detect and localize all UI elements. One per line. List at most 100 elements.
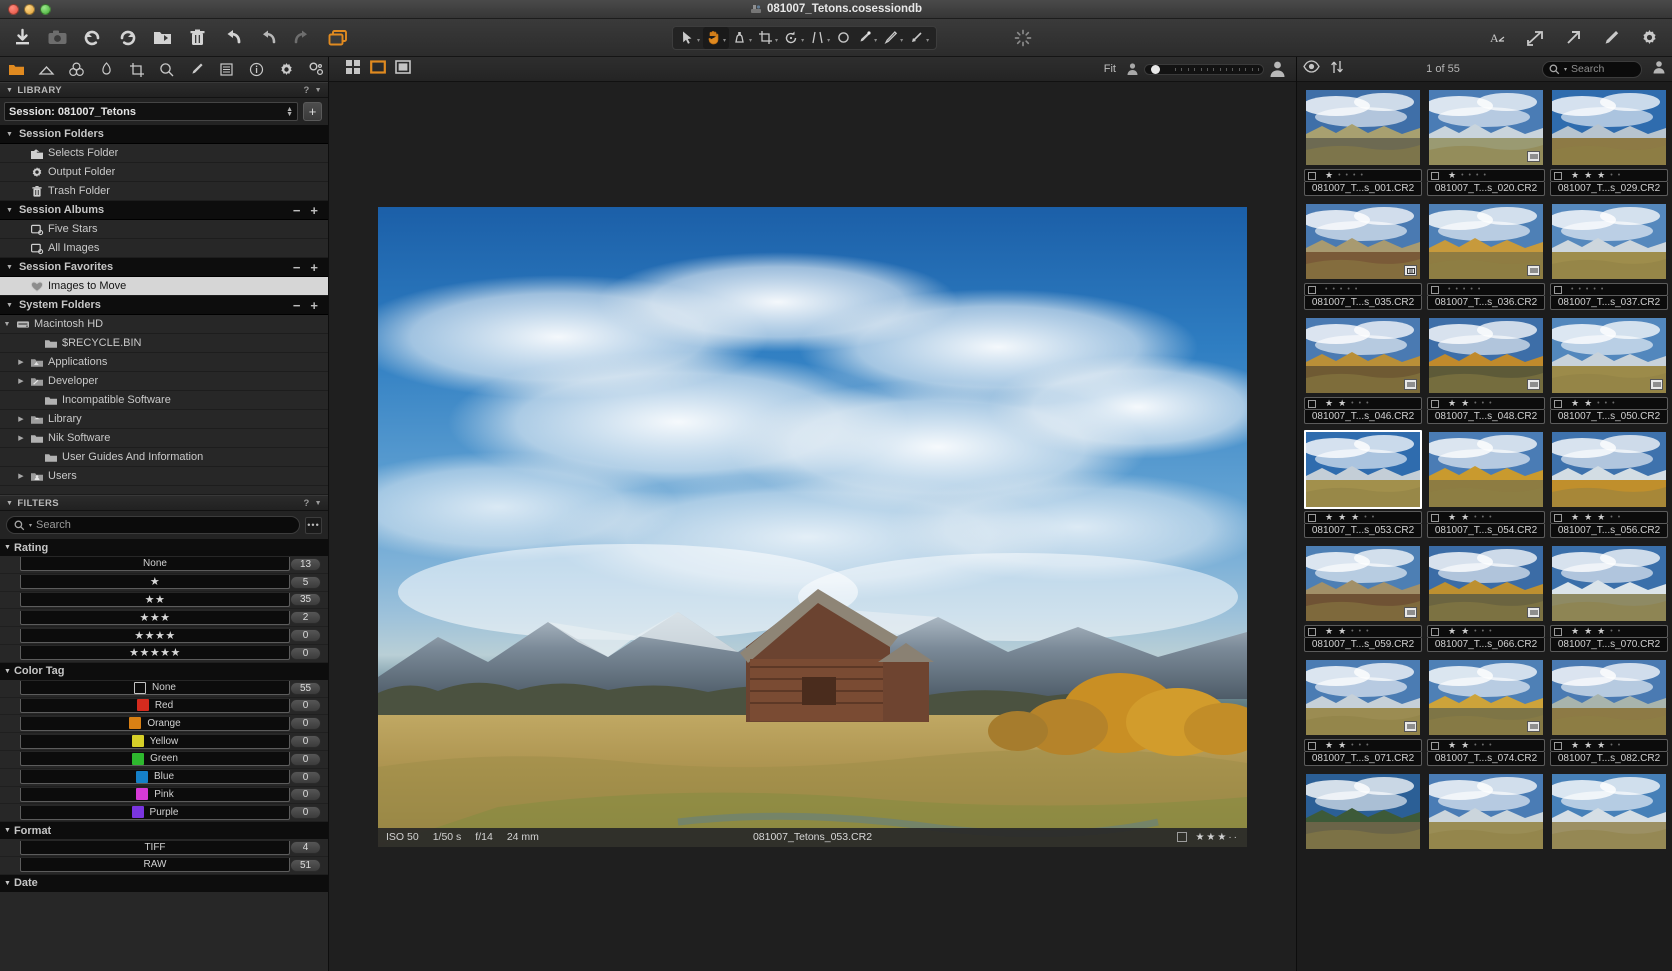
chevron-down-icon[interactable]: ▾ [801,38,804,44]
thumbnail-cell[interactable]: ★ ★ ★ • • 081007_T...s_082.CR2 [1550,658,1668,766]
chevron-down-icon[interactable]: ▾ [29,522,32,529]
disclosure-triangle-icon[interactable]: ▶ [14,434,28,442]
filter-row-rating-1[interactable]: ★ 5 [0,574,328,592]
tree-item-images-to-move[interactable]: Images to Move [0,277,328,296]
font-style-button[interactable]: A [1484,25,1510,51]
star-rating[interactable]: ★ ★ ★ • • [1571,513,1620,522]
thumbnail-frame[interactable] [1550,88,1668,167]
share-button[interactable] [1560,25,1586,51]
color-tag-checkbox[interactable] [1431,171,1439,180]
edit-with-button[interactable] [1598,25,1624,51]
thumbnail-rating-bar[interactable]: • • • • • [1550,283,1668,296]
thumbnail-cell[interactable] [1427,772,1545,851]
color-tag-checkbox[interactable] [1431,741,1439,750]
thumbnail-cell[interactable]: ★ ★ • • • 081007_T...s_074.CR2 [1427,658,1545,766]
thumbnail-frame[interactable] [1550,544,1668,623]
color-tag-checkbox[interactable] [1554,741,1562,750]
chevron-down-icon[interactable]: ▼ [4,668,11,675]
main-photo[interactable]: ISO 50 1/50 s f/14 24 mm 081007_Tetons_0… [378,206,1247,847]
thumbnail-rating-bar[interactable]: • • • • • [1427,283,1545,296]
thumbnail-rating-bar[interactable]: ★ ★ ★ • • [1550,511,1668,524]
chevron-down-icon[interactable]: ▼ [4,880,11,887]
thumbnail-cell[interactable]: • • • • • 081007_T...s_037.CR2 [1550,202,1668,310]
color-tag-checkbox[interactable] [1554,627,1562,636]
star-rating[interactable]: ★ ★ ★ • • [1325,513,1374,522]
help-icon[interactable]: ? [303,85,309,96]
thumbnail-cell[interactable]: ★ ★ • • • 081007_T...s_046.CR2 [1304,316,1422,424]
thumbnail-rating-bar[interactable]: ★ ★ ★ • • [1550,169,1668,182]
tab-library[interactable] [6,59,27,80]
chevron-down-icon[interactable]: ▼ [6,207,13,214]
disclosure-triangle-icon[interactable]: ▼ [0,321,14,328]
color-tag-checkbox[interactable] [1308,171,1316,180]
thumbnail-frame[interactable] [1550,316,1668,395]
thumbnail-rating-bar[interactable]: ★ ★ • • • [1427,397,1545,410]
thumbnail-frame[interactable] [1304,88,1422,167]
filter-row-color-tag-0[interactable]: None 55 [0,680,328,698]
thumbnail-frame[interactable] [1304,202,1422,281]
white-balance-tool[interactable]: ▾ [729,27,755,49]
group-header-session-folders[interactable]: ▼ Session Folders [0,125,328,144]
thumbnail-cell[interactable]: ★ ★ • • • 081007_T...s_066.CR2 [1427,544,1545,652]
color-tag-checkbox[interactable] [1554,399,1562,408]
pan-tool[interactable]: ▾ [703,26,730,49]
thumbnail-frame[interactable] [1550,658,1668,737]
tab-color[interactable] [66,59,87,80]
thumbnail-frame[interactable] [1304,430,1422,509]
library-panel-header[interactable]: ▼ LIBRARY ? ▼ [0,82,328,98]
chevron-down-icon[interactable]: ▼ [6,264,13,271]
disclosure-triangle-icon[interactable]: ▶ [14,377,28,385]
export-button[interactable] [1522,25,1548,51]
viewer-canvas[interactable]: ISO 50 1/50 s f/14 24 mm 081007_Tetons_0… [329,82,1296,971]
tab-lens[interactable] [126,59,147,80]
thumbnail-frame[interactable] [1304,544,1422,623]
chevron-down-icon[interactable]: ▾ [723,38,726,44]
color-tag-checkbox[interactable] [1308,741,1316,750]
thumbnail-frame[interactable] [1427,202,1545,281]
group-add-remove[interactable]: − + [293,204,328,217]
thumbnail-cell[interactable]: ★ • • • • 081007_T...s_001.CR2 [1304,88,1422,196]
filter-row-color-tag-7[interactable]: Purple 0 [0,804,328,823]
tab-batch[interactable] [306,59,327,80]
tree-item-selects-folder[interactable]: Selects Folder [0,144,328,163]
draw-mask-tool[interactable]: ▾ [854,27,880,49]
thumbnail-cell[interactable]: ★ ★ • • • 081007_T...s_054.CR2 [1427,430,1545,538]
star-rating[interactable]: • • • • • [1325,286,1357,293]
filter-group-format[interactable]: ▼ Format [0,822,328,840]
color-tag-checkbox[interactable] [1308,285,1316,294]
color-tag-checkbox[interactable] [1308,399,1316,408]
thumbnail-cell[interactable]: • • • • • 081007_T...s_036.CR2 [1427,202,1545,310]
thumbnail-frame[interactable] [1427,316,1545,395]
thumbnail-frame[interactable] [1550,430,1668,509]
thumbnail-cell[interactable]: ★ ★ ★ • • 081007_T...s_053.CR2 [1304,430,1422,538]
filter-row-rating-2[interactable]: ★★ 35 [0,592,328,610]
thumbnail-frame[interactable] [1427,88,1545,167]
preferences-button[interactable] [1636,25,1662,51]
photo-star-rating[interactable]: ★★★·· [1195,832,1239,843]
star-rating[interactable]: • • • • • [1571,286,1603,293]
chevron-down-icon[interactable]: ▾ [697,38,700,44]
grid-view-button[interactable] [345,59,361,80]
thumbnail-frame[interactable] [1427,772,1545,851]
thumbnail-rating-bar[interactable]: ★ ★ • • • [1427,739,1545,752]
proof-view-button[interactable] [395,59,411,80]
thumbnail-frame[interactable] [1550,772,1668,851]
sort-arrows-icon[interactable] [1330,60,1344,79]
tree-item-macintosh-hd[interactable]: ▼ Macintosh HD [0,315,328,334]
disclosure-triangle-icon[interactable]: ▶ [14,415,28,423]
tree-item-nik-software[interactable]: ▶ Nik Software [0,429,328,448]
thumbnail-cell[interactable]: ★ ★ • • • 081007_T...s_059.CR2 [1304,544,1422,652]
thumbnail-rating-bar[interactable]: ★ ★ ★ • • [1550,739,1668,752]
thumbnail-frame[interactable] [1304,316,1422,395]
chevron-down-icon[interactable]: ▼ [4,544,11,551]
filter-row-rating-5[interactable]: ★★★★★ 0 [0,645,328,663]
tree-item-all-images[interactable]: All Images [0,239,328,258]
filter-row-color-tag-3[interactable]: Yellow 0 [0,733,328,751]
keystone-tool[interactable]: ▾ [807,27,833,49]
session-dropdown[interactable]: Session: 081007_Tetons ▲ ▼ [4,102,298,121]
star-rating[interactable]: ★ ★ ★ • • [1571,171,1620,180]
tree-item-incompatible-software[interactable]: Incompatible Software [0,391,328,410]
chevron-down-icon[interactable]: ▼ [6,131,13,138]
chevron-down-icon[interactable]: ▼ [4,827,11,834]
color-tag-checkbox[interactable] [1554,285,1562,294]
